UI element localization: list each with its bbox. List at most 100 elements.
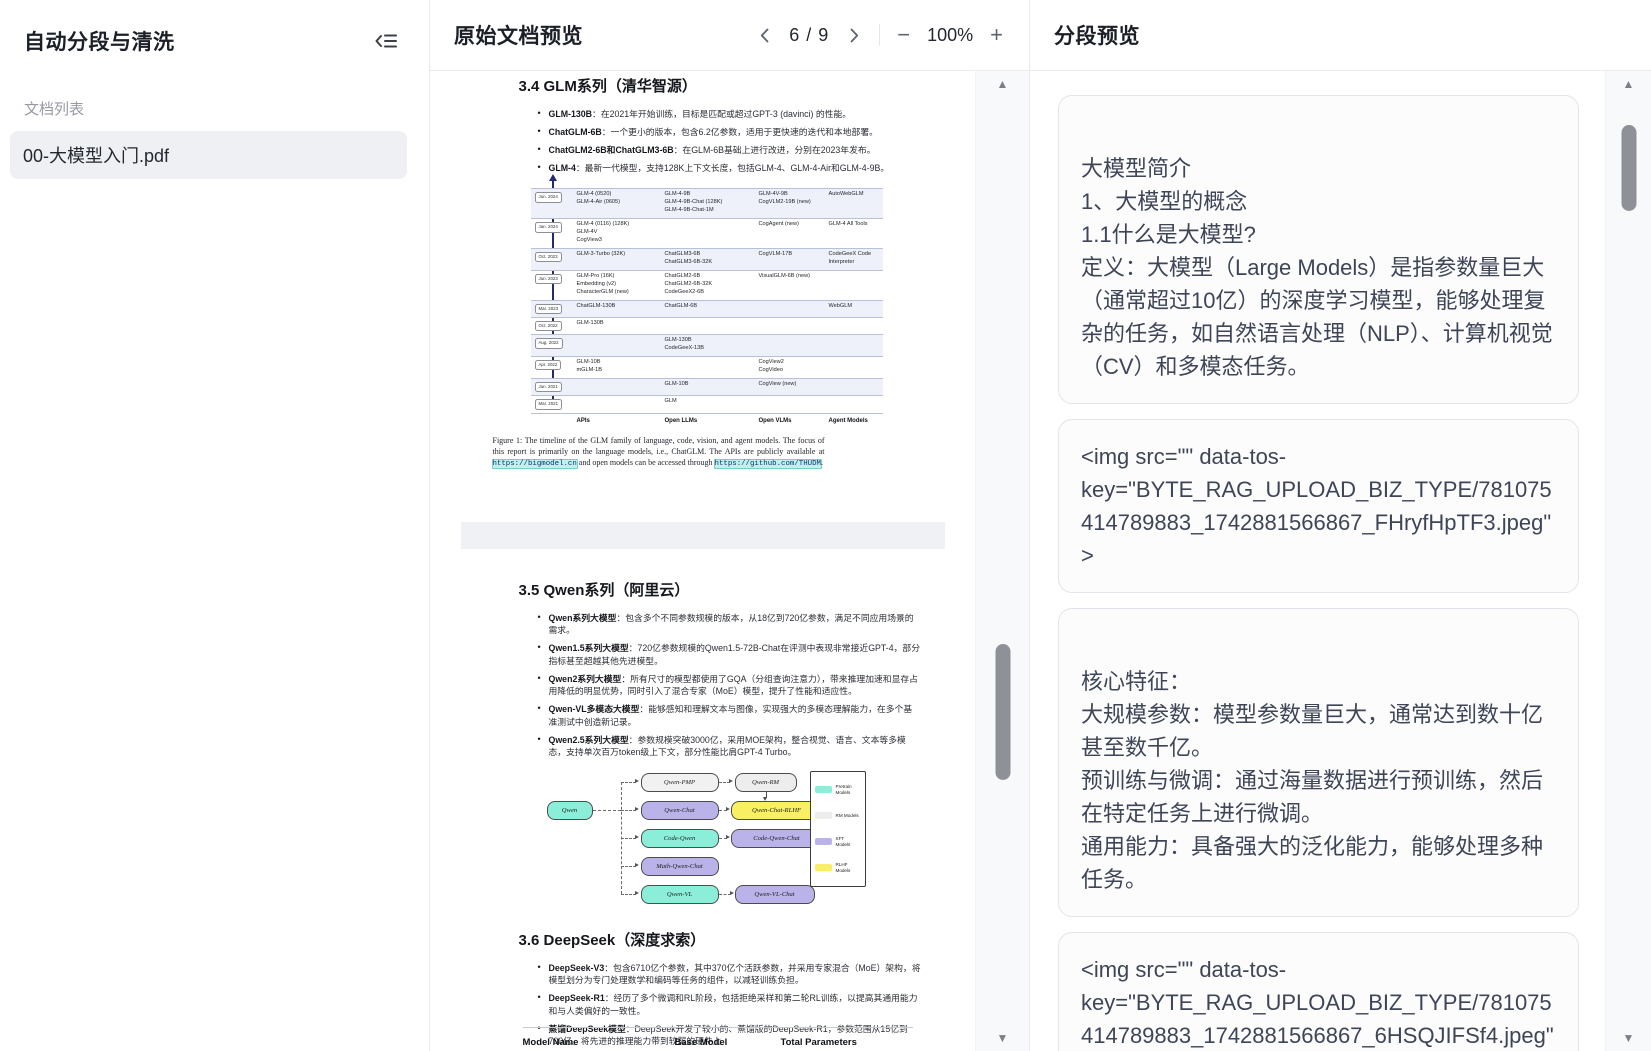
page-title: 自动分段与清洗 — [24, 26, 175, 56]
legend-row: RLHF Models — [815, 855, 861, 881]
timeline-cell — [759, 303, 829, 314]
timeline-cell: CogView (new) — [759, 381, 829, 392]
legend-row: RM Models — [815, 803, 861, 829]
segment-scrollbar-thumb[interactable] — [1621, 125, 1636, 211]
scroll-down-icon[interactable]: ▼ — [1623, 1032, 1635, 1044]
bullet-term: ChatGLM-6B — [549, 127, 602, 137]
qwen-figure-legend: Pretrain Models RM Models SFT Models — [810, 771, 866, 887]
timeline-cell — [759, 337, 829, 353]
doc-body: 3.4 GLM系列（清华智源） GLM-130B：在2021年开始训练，目标是匹… — [430, 71, 1029, 1051]
doc-list-label: 文档列表 — [24, 98, 405, 119]
sidebar-header: 自动分段与清洗 — [0, 0, 429, 56]
caption-link: https://github.com/THUDM — [715, 460, 821, 468]
qwen-chat-rlhf-node: Qwen-Chat-RLHF — [731, 801, 823, 820]
arrowhead — [726, 807, 730, 811]
date-pill: Jun. 2021 — [535, 382, 562, 392]
doc-scrollbar-thumb[interactable] — [995, 644, 1010, 780]
timeline-date-cell: Jun. 2023 — [531, 273, 577, 297]
timeline-row: Oct. 2023 GLM-3-Turbo (32K) ChatGLM3-6B … — [531, 248, 883, 270]
arrowhead — [635, 891, 639, 895]
pdf-heading-glm: 3.4 GLM系列（清华智源） — [519, 75, 945, 96]
figure-caption: Figure 1: The timeline of the GLM family… — [493, 435, 825, 470]
caption-text: Figure 1: The timeline of the GLM family… — [493, 436, 825, 456]
timeline-cell: GLM-Pro (16K) Embedding (v2) CharacterGL… — [577, 273, 665, 297]
timeline-cell — [829, 381, 883, 392]
list-item: Qwen2系列大模型：所有尺寸的模型都使用了GQA（分组查询注意力），带来推理加… — [549, 673, 921, 698]
bullet-term: GLM-4 — [549, 163, 576, 173]
timeline-cell: GLM-4 All Tools — [829, 221, 883, 245]
connector — [621, 894, 636, 895]
date-pill: Jun. 2024 — [535, 192, 562, 202]
qwen-vl-chat-node: Qwen-VL-Chat — [735, 885, 815, 904]
timeline-row: Mar. 2023 ChatGLM-130B ChatGLM-6B WebGLM — [531, 300, 883, 317]
caption-link: https://bigmodel.cn — [493, 460, 577, 468]
timeline-cell: GLM-4 (0520) GLM-4-Air (0605) — [577, 191, 665, 215]
timeline-cell: GLM-10B mGLM-1B — [577, 359, 665, 375]
connector — [593, 810, 621, 811]
arrowhead — [635, 807, 639, 811]
arrowhead — [635, 779, 639, 783]
segment-chunk-card[interactable]: <img src="" data-tos-key="BYTE_RAG_UPLOA… — [1058, 419, 1579, 593]
timeline-cell — [577, 337, 665, 353]
legend-label: Pretrain Models — [836, 784, 860, 795]
zoom-out-button[interactable]: − — [895, 24, 912, 46]
chevron-left-icon — [760, 28, 769, 43]
segment-scrollbar[interactable]: ▲ ▼ — [1605, 71, 1651, 1051]
segment-list: 大模型简介 1、大模型的概念 1.1什么是大模型? 定义：大模型（Large M… — [1030, 71, 1651, 1051]
list-item: Qwen-VL多模态大模型：能够感知和理解文本与图像，实现强大的多模态理解能力，… — [549, 703, 921, 728]
connector — [621, 810, 636, 811]
date-pill: Jun. 2023 — [535, 274, 562, 284]
scroll-up-icon[interactable]: ▲ — [1623, 78, 1635, 90]
bullet-term: Qwen1.5系列大模型 — [549, 643, 629, 653]
legend-row: SFT Models — [815, 829, 861, 855]
timeline-cell: VisualGLM-6B (new) — [759, 273, 829, 297]
bullet-text: ：一个更小的版本，包含6.2亿参数，适用于更快速的迭代和本地部署。 — [602, 127, 878, 137]
timeline-cell: GLM-130B — [577, 320, 665, 331]
legend-swatch-sft — [815, 838, 832, 845]
sidebar-item-document[interactable]: 00-大模型入门.pdf — [10, 131, 407, 179]
prev-page-button[interactable] — [754, 23, 774, 47]
segment-panel-title: 分段预览 — [1054, 20, 1140, 50]
qwen-family-figure: Qwen Qwen-PMP Qwen-Chat Code-Qwen Math-Q… — [543, 769, 873, 915]
doc-controls: 6 / 9 − 100% + — [754, 23, 1005, 47]
timeline-row: Jun. 2021 GLM-10B CogView (new) — [531, 378, 883, 395]
segment-chunk-card[interactable]: <img src="" data-tos-key="BYTE_RAG_UPLOA… — [1058, 932, 1579, 1051]
list-item: DeepSeek-V3：包含6710亿个参数，其中370亿个活跃参数，并采用专家… — [549, 962, 921, 987]
collapse-sidebar-button[interactable] — [373, 29, 399, 53]
code-qwen-chat-node: Code-Qwen-Chat — [731, 829, 823, 848]
bullet-term: ChatGLM2-6B和ChatGLM3-6B — [549, 145, 674, 155]
chevron-right-icon — [850, 28, 859, 43]
timeline-footer-cell: APIs — [577, 418, 665, 424]
table-header-cell: Base Model — [675, 1037, 781, 1048]
timeline-date-cell: Jun. 2021 — [531, 381, 577, 392]
timeline-cell: AutoWebGLM — [829, 191, 883, 215]
next-page-button[interactable] — [844, 23, 864, 47]
doc-scrollbar[interactable]: ▲ ▼ — [975, 71, 1029, 1051]
caption-text: and open models can be accessed through — [577, 458, 715, 467]
controls-divider — [879, 24, 880, 46]
timeline-cell: ChatGLM-6B — [665, 303, 759, 314]
legend-label: RLHF Models — [836, 862, 860, 873]
timeline-cell: ChatGLM-130B — [577, 303, 665, 314]
zoom-in-button[interactable]: + — [988, 24, 1005, 46]
timeline-cell: GLM-130B CodeGeeX-13B — [665, 337, 759, 353]
pdf-viewport[interactable]: 3.4 GLM系列（清华智源） GLM-130B：在2021年开始训练，目标是匹… — [430, 71, 975, 1051]
timeline-cell: CodeGeeX Code Interpreter — [829, 251, 883, 267]
timeline-footer-cell: Agent Models — [829, 418, 883, 424]
code-qwen-node: Code-Qwen — [641, 829, 719, 848]
segment-panel-header: 分段预览 — [1030, 0, 1651, 71]
scroll-down-icon[interactable]: ▼ — [997, 1032, 1009, 1044]
bullet-text: ：最新一代模型，支持128K上下文长度，包括GLM-4、GLM-4-Air和GL… — [576, 163, 889, 173]
legend-swatch-pretrain — [815, 786, 832, 793]
scroll-up-icon[interactable]: ▲ — [997, 78, 1009, 90]
timeline-footer-cell: Open VLMs — [759, 418, 829, 424]
arrowhead — [729, 779, 733, 783]
list-item: DeepSeek-R1：经历了多个微调和RL阶段，包括拒绝采样和第二轮RL训练，… — [549, 992, 921, 1017]
segment-chunk-card[interactable]: 核心特征： 大规模参数：模型参数量巨大，通常达到数十亿甚至数千亿。 预训练与微调… — [1058, 608, 1579, 917]
segment-chunk-card[interactable]: 大模型简介 1、大模型的概念 1.1什么是大模型? 定义：大模型（Large M… — [1058, 95, 1579, 404]
timeline-row: Mar. 2021 GLM — [531, 395, 883, 413]
timeline-row: Jan. 2024 GLM-4 (0116) (128K) GLM-4V Cog… — [531, 218, 883, 248]
timeline-cell — [577, 381, 665, 392]
timeline-row: Jun. 2024 GLM-4 (0520) GLM-4-Air (0605) … — [531, 188, 883, 218]
timeline-date-cell: Apr. 2022 — [531, 359, 577, 375]
